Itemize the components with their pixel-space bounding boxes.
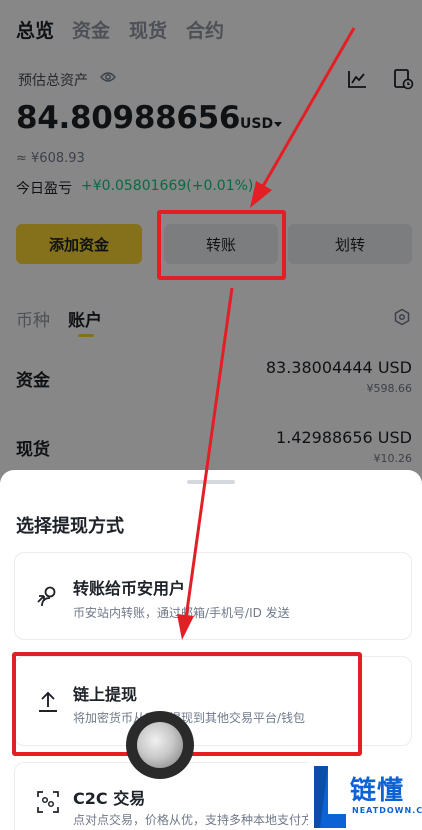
- record-icon: [137, 722, 183, 768]
- option-desc: 币安站内转账，通过邮箱/手机号/ID 发送: [73, 606, 290, 620]
- sheet-title: 选择提现方式: [16, 516, 124, 537]
- transfer-user-icon: [37, 586, 56, 607]
- highlight-transfer-box: [157, 210, 286, 280]
- watermark-logo-icon: [314, 766, 346, 828]
- watermark-title: 链懂: [350, 776, 405, 806]
- option-title: 转账给币安用户: [73, 579, 186, 598]
- option-desc: 点对点交易，价格从优，支持多种本地支付方式: [73, 813, 326, 827]
- c2c-users-icon: [37, 791, 59, 813]
- option-transfer-user[interactable]: 转账给币安用户 币安站内转账，通过邮箱/手机号/ID 发送: [14, 552, 412, 640]
- watermark-sub: NEATDOWN.COM: [352, 806, 422, 815]
- sheet-drag-handle[interactable]: [187, 480, 235, 484]
- option-title: C2C 交易: [73, 789, 146, 808]
- floating-record-button[interactable]: [126, 711, 194, 779]
